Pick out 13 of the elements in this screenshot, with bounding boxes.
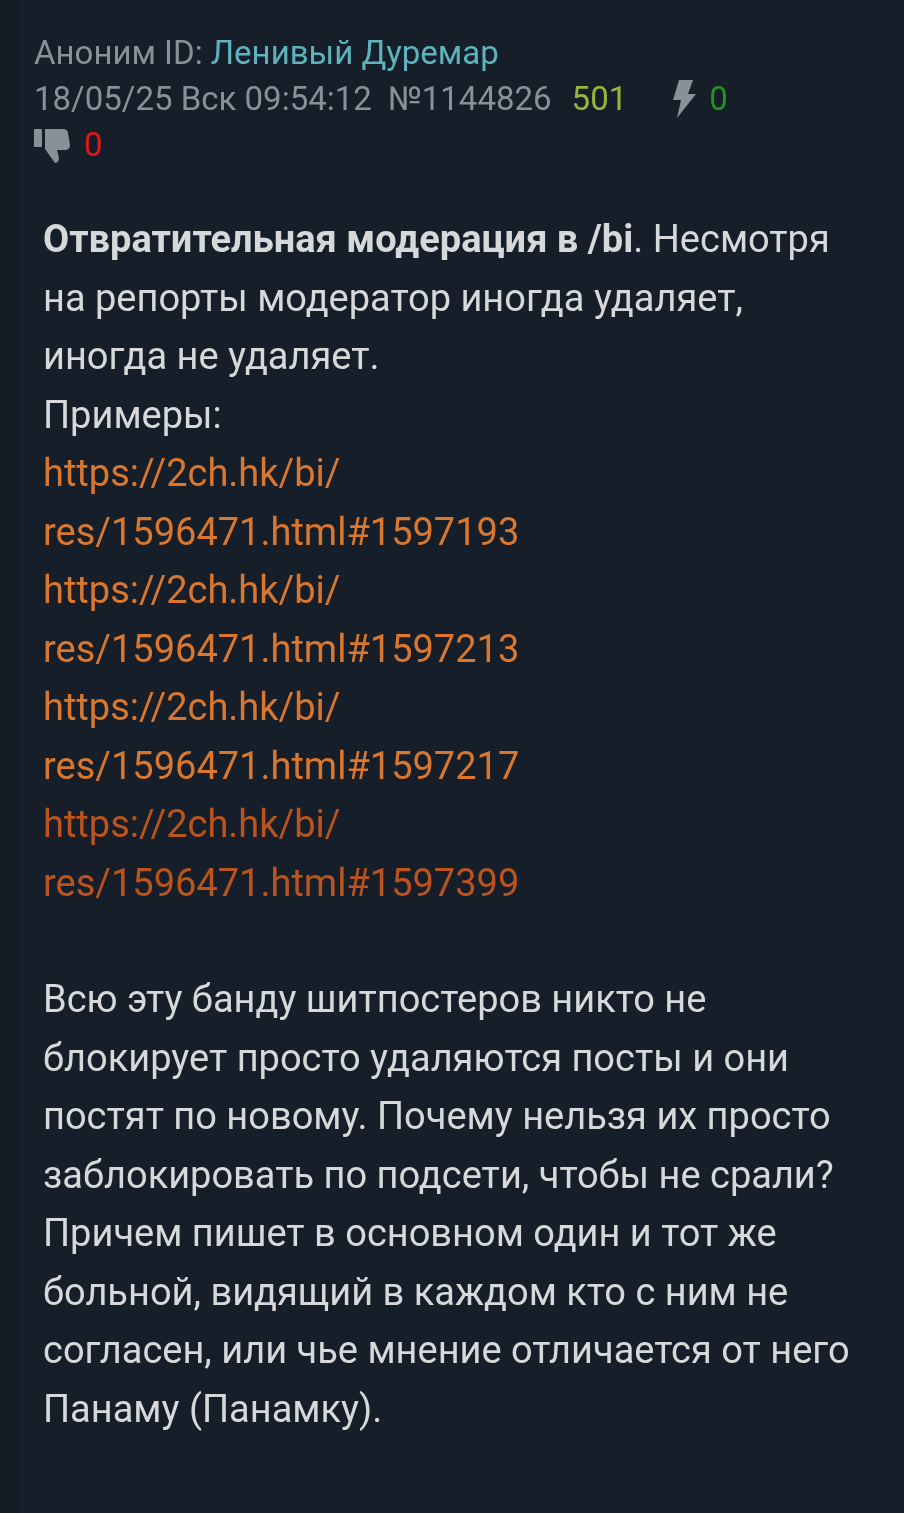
like-count: 0 <box>709 78 728 120</box>
dislike-count: 0 <box>84 124 103 166</box>
lightning-icon[interactable] <box>671 80 698 118</box>
author-label: Аноним ID: <box>34 32 203 74</box>
examples-label: Примеры: <box>43 391 223 439</box>
post-number: №1144826 <box>387 78 552 120</box>
post-intro: Отвратительная модерация в /bi. Несмотря на репорты модератор иногда удаляет, иногда не удаляет. <box>43 216 831 380</box>
post-link[interactable]: https://2ch.hk/bi/ res/1596471.html#1597217 <box>43 678 864 795</box>
post-counter: 501 <box>571 78 628 120</box>
post-date: 18/05/25 Вск 09:54:12 <box>34 78 372 120</box>
post-link[interactable]: https://2ch.hk/bi/ res/1596471.html#1597399 <box>43 795 864 912</box>
author-id: Ленивый Дуремар <box>210 32 499 74</box>
post-body: Всю эту банду шитпостеров никто не блокирует просто удаляются посты и они постят по новому. Почему нельзя их просто заблокировать по подсети, чтобы не срали? Причем пишет в основном один и тот же больной, видящий в каждом кто с ним не согласен, или чье мнение отличается от него Панаму (Панамку). <box>43 976 851 1433</box>
